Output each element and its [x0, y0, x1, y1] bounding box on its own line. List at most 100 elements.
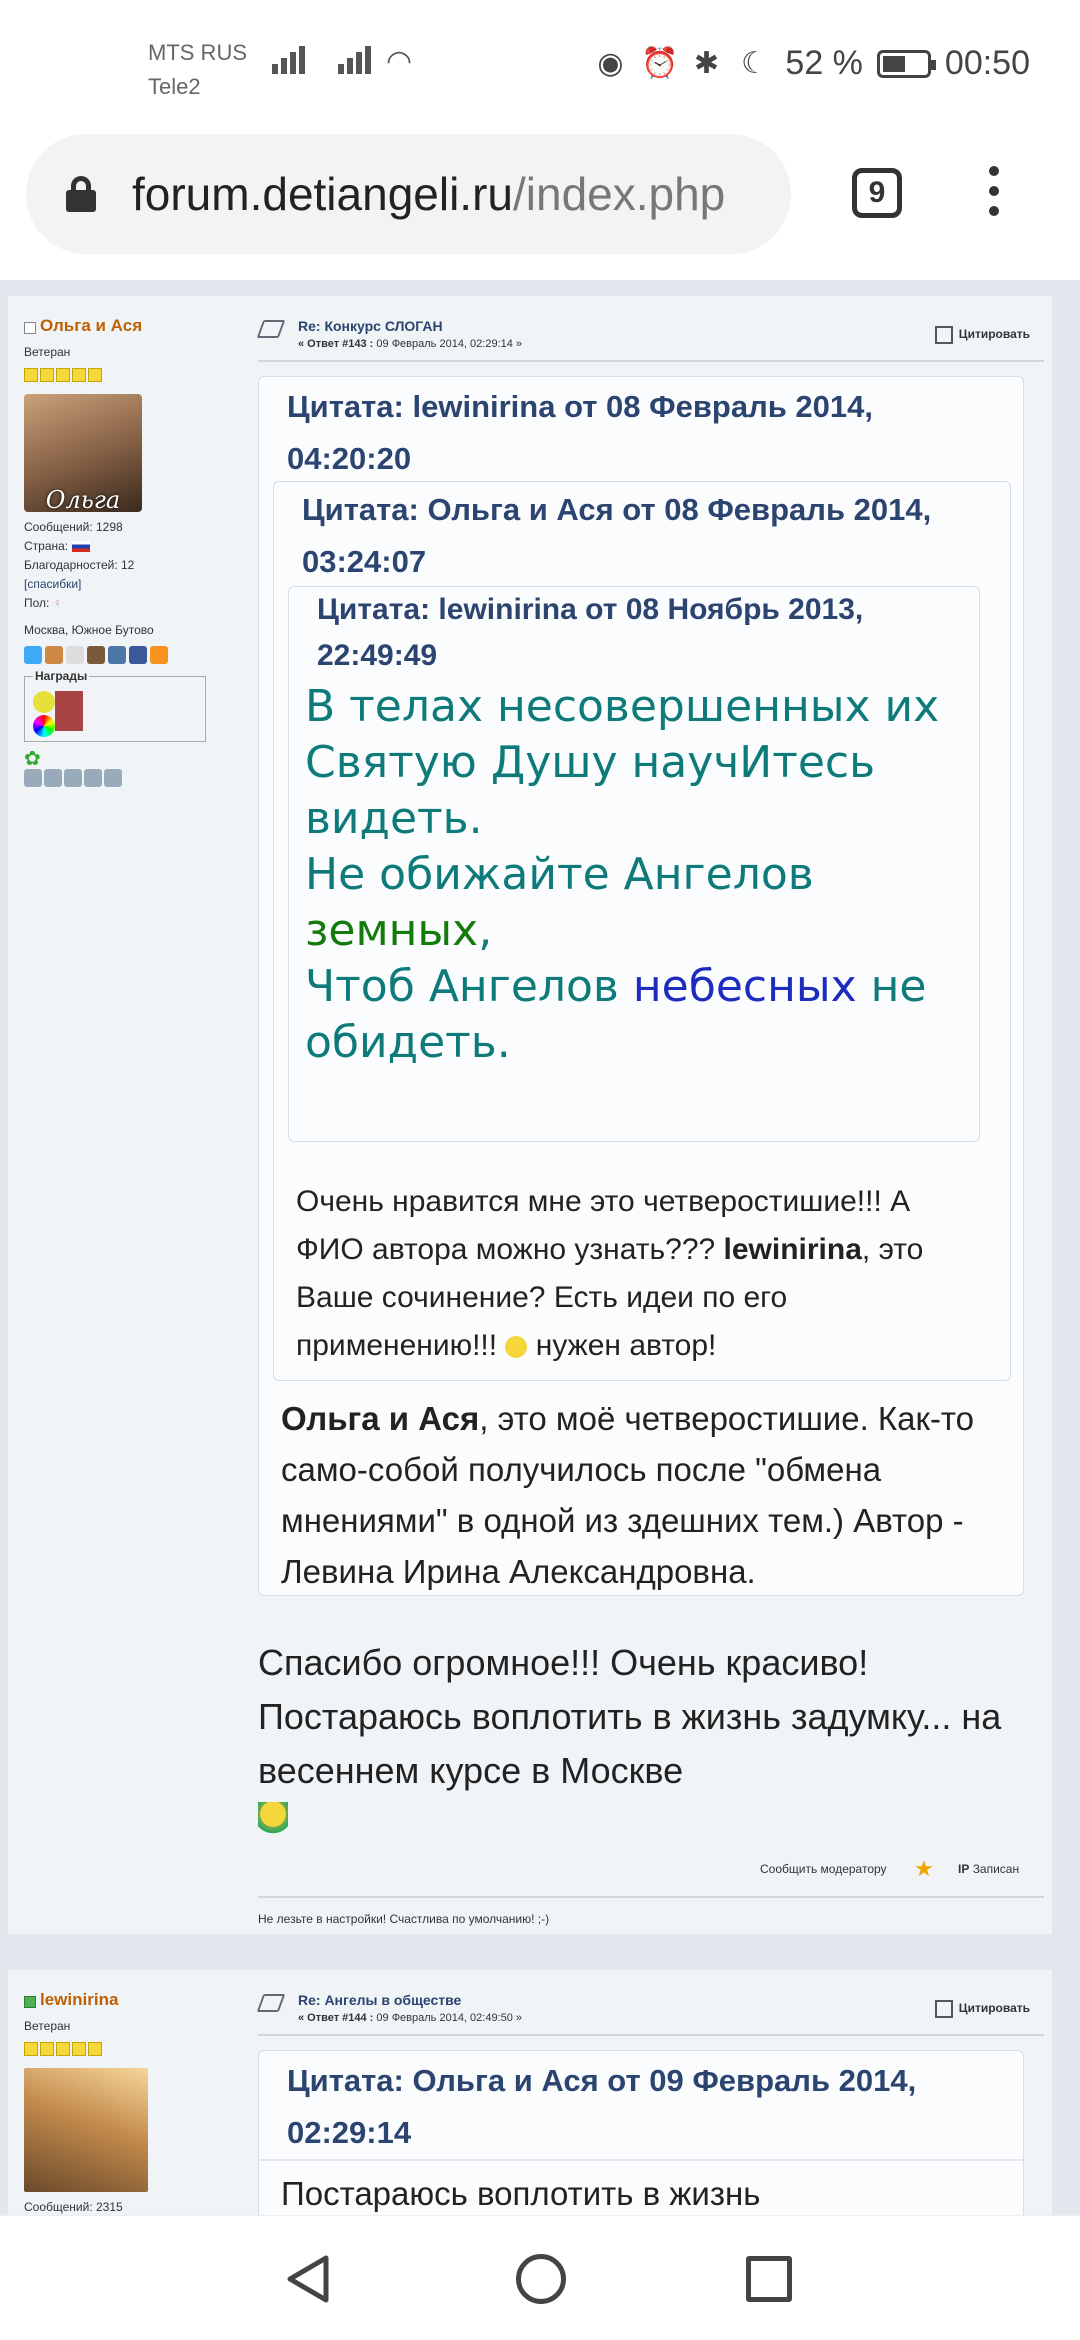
poster-info: Ольга и Ася Ветеран Ольга Сообщений: 129… — [24, 316, 224, 793]
url-domain: forum.detiangeli.ru — [132, 168, 513, 220]
awards-label: Награды — [33, 667, 90, 686]
url-text[interactable]: forum.detiangeli.ru/index.php — [132, 166, 782, 222]
quote-header[interactable]: Цитата: Ольга и Ася от 08 Февраль 2014, … — [274, 482, 1010, 588]
recents-button[interactable] — [746, 2256, 792, 2302]
signal-icon-2 — [338, 46, 374, 74]
awards-box: Награды — [24, 667, 206, 742]
poster-messages: Сообщений: 1298 — [24, 520, 123, 534]
alarm-icon: ⏰ — [641, 46, 679, 80]
quote-header[interactable]: Цитата: Ольга и Ася от 09 Февраль 2014, … — [259, 2051, 1023, 2159]
skype-icon[interactable] — [24, 646, 42, 664]
report-link[interactable]: Сообщить модератору — [760, 1862, 887, 1876]
smiley-icon — [505, 1336, 528, 1359]
eye-icon: ◉ — [597, 46, 624, 80]
pm-icon[interactable] — [84, 769, 102, 787]
award-icon — [33, 691, 55, 713]
offline-status-icon — [24, 321, 36, 334]
poster-gender: Пол: — [24, 596, 50, 610]
award-icon — [33, 715, 55, 737]
poem-text: В телах несовершенных их Святую Душу нау… — [289, 679, 979, 1071]
poster-name[interactable]: Ольга и Ася — [40, 316, 142, 335]
quote-box-nested: Цитата: Ольга и Ася от 08 Февраль 2014, … — [273, 481, 1011, 1381]
forum-page: Ольга и Ася Ветеран Ольга Сообщений: 129… — [0, 280, 1080, 2215]
avatar — [24, 2068, 148, 2192]
quote-box: Цитата: Ольга и Ася от 09 Февраль 2014, … — [258, 2050, 1024, 2215]
battery-fill — [882, 55, 905, 72]
star-icon[interactable]: ★ — [914, 1856, 934, 1882]
thanks-link[interactable]: [спасибки] — [24, 575, 224, 594]
tab-switcher-button[interactable]: 9 — [852, 168, 902, 218]
divider — [258, 1896, 1044, 1898]
quote-text: Очень нравится мне это четверостишие!!! … — [296, 1185, 924, 1362]
carrier-info: MTS RUS Tele2 — [148, 36, 247, 104]
lock-icon[interactable] — [66, 176, 96, 212]
quote-text: Постараюсь воплотить в жизнь — [259, 2159, 1023, 2215]
system-nav-bar — [0, 2215, 1080, 2340]
profile-icon[interactable] — [24, 769, 42, 787]
logged-label: IP Записан — [958, 1862, 1020, 1876]
quote-box: Цитата: lewinirina от 08 Февраль 2014, 0… — [258, 376, 1024, 1596]
quote-header[interactable]: Цитата: lewinirina от 08 Февраль 2014, 0… — [259, 377, 1023, 485]
chat-icon[interactable] — [104, 769, 122, 787]
email-icon[interactable] — [64, 769, 82, 787]
post-body: Спасибо огромное!!! Очень красиво! Поста… — [258, 1636, 1028, 1842]
status-bar: MTS RUS Tele2 ◠ ◉ ⏰ ✱ ☾ 52 % 00:50 — [0, 0, 1080, 130]
poster-location: Москва, Южное Бутово — [24, 623, 154, 637]
clock: 00:50 — [944, 44, 1030, 82]
clover-icon: ✿ — [24, 748, 41, 770]
odnoklassniki-icon[interactable] — [150, 646, 168, 664]
signature: Не лезьте в настройки! Счастлива по умол… — [258, 1912, 550, 1926]
award-icon — [55, 691, 83, 731]
quote-header[interactable]: Цитата: lewinirina от 08 Ноябрь 2013, 22… — [289, 587, 979, 679]
quote-text: Ольга и Ася, это моё четверостишие. Как-… — [281, 1400, 975, 1590]
battery-icon — [876, 49, 936, 78]
rank-stars — [24, 368, 224, 388]
browser-toolbar: forum.detiangeli.ru/index.php 9 — [0, 130, 1080, 280]
carrier-1: MTS RUS — [148, 40, 247, 65]
quote-button[interactable]: Цитировать — [935, 2000, 1030, 2018]
more-menu-icon[interactable] — [982, 166, 1006, 226]
poster-name[interactable]: lewinirina — [40, 1990, 118, 2009]
quote-box-innermost: Цитата: lewinirina от 08 Ноябрь 2013, 22… — [288, 586, 980, 1142]
poem-line: В телах несовершенных их — [305, 681, 940, 732]
vk-icon[interactable] — [108, 646, 126, 664]
home-icon[interactable] — [45, 646, 63, 664]
signal-icon — [272, 46, 308, 74]
poster-rank: Ветеран — [24, 2019, 71, 2033]
emoji-icon — [258, 1802, 288, 1842]
post-icon — [256, 1994, 286, 2012]
forum-post: Ольга и Ася Ветеран Ольга Сообщений: 129… — [8, 296, 1052, 1934]
status-right: ◉ ⏰ ✱ ☾ 52 % 00:50 — [593, 44, 1030, 83]
carrier-2: Tele2 — [148, 74, 201, 99]
russia-flag-icon — [71, 541, 90, 553]
poem-line: Святую Душу научИтесь видеть. — [305, 737, 876, 844]
poster-info: lewinirina Ветеран Сообщений: 2315 — [24, 1990, 224, 2215]
quote-button[interactable]: Цитировать — [935, 326, 1030, 344]
moon-icon: ☾ — [740, 46, 768, 80]
instagram-icon[interactable] — [87, 646, 105, 664]
poster-country: Страна: — [24, 539, 69, 553]
url-path: /index.php — [512, 168, 726, 220]
divider — [258, 360, 1044, 362]
back-icon[interactable] — [284, 2254, 332, 2304]
poem-line: Не обижайте Ангелов — [305, 849, 814, 900]
wifi-icon: ◠ — [386, 45, 413, 78]
notes-icon[interactable] — [66, 646, 84, 664]
avatar: Ольга — [24, 394, 142, 512]
poster-thanks: Благодарностей: 12 — [24, 558, 135, 572]
address-bar[interactable]: forum.detiangeli.ru/index.php — [26, 134, 791, 254]
battery-percent: 52 % — [785, 44, 863, 82]
facebook-icon[interactable] — [129, 646, 147, 664]
poem-line: земных — [305, 905, 479, 956]
home-button[interactable] — [516, 2254, 566, 2304]
website-icon[interactable] — [44, 769, 62, 787]
forum-post: lewinirina Ветеран Сообщений: 2315 Re: А… — [8, 1970, 1052, 2215]
avatar-caption: Ольга — [45, 486, 121, 514]
poster-messages: Сообщений: 2315 — [24, 2200, 123, 2214]
poster-rank: Ветеран — [24, 345, 71, 359]
online-status-icon — [24, 1995, 36, 2008]
profile-actions — [24, 769, 224, 793]
post-icon — [256, 320, 286, 338]
divider — [258, 2034, 1044, 2036]
female-icon: ♀ — [52, 596, 62, 610]
